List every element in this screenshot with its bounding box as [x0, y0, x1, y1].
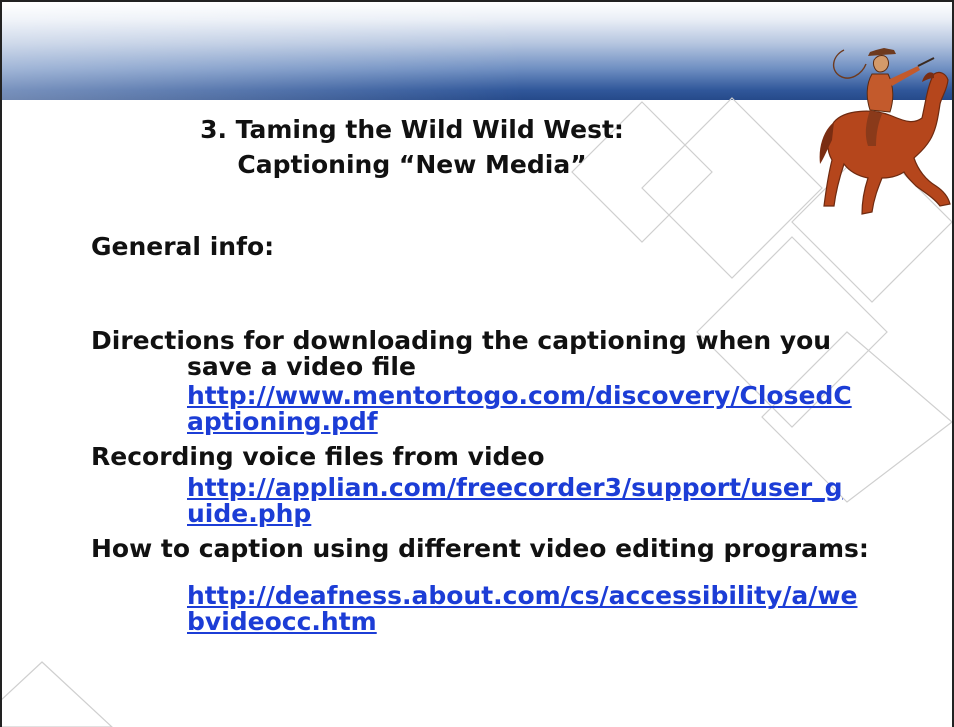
item-3-heading: How to caption using different video edi…	[91, 534, 869, 563]
item-2-heading: Recording voice files from video	[91, 442, 545, 471]
diamond-decoration	[2, 661, 113, 727]
general-info-heading: General info:	[91, 232, 275, 261]
item-1-link-line-2[interactable]: aptioning.pdf	[187, 408, 378, 435]
title-line-2: Captioning “New Media”	[237, 150, 587, 179]
item-3-link-line-1[interactable]: http://deafness.about.com/cs/accessibili…	[187, 582, 857, 609]
item-2-link-line-1[interactable]: http://applian.com/freecorder3/support/u…	[187, 474, 843, 501]
title-line-1: 3. Taming the Wild Wild West:	[200, 115, 624, 144]
diamond-decorations	[2, 97, 952, 727]
item-3-link-line-2[interactable]: bvideocc.htm	[187, 608, 377, 635]
item-2-link-line-2[interactable]: uide.php	[187, 500, 311, 527]
cowboy-on-horse-icon	[819, 48, 951, 215]
item-1-heading-line-2: save a video file	[187, 352, 416, 381]
item-1-heading-line-1: Directions for downloading the captionin…	[91, 326, 832, 355]
slide: 3. Taming the Wild Wild West: Captioning…	[0, 0, 954, 727]
item-1-link-line-1[interactable]: http://www.mentortogo.com/discovery/Clos…	[187, 382, 852, 409]
slide-title: 3. Taming the Wild Wild West: Captioning…	[152, 112, 672, 182]
